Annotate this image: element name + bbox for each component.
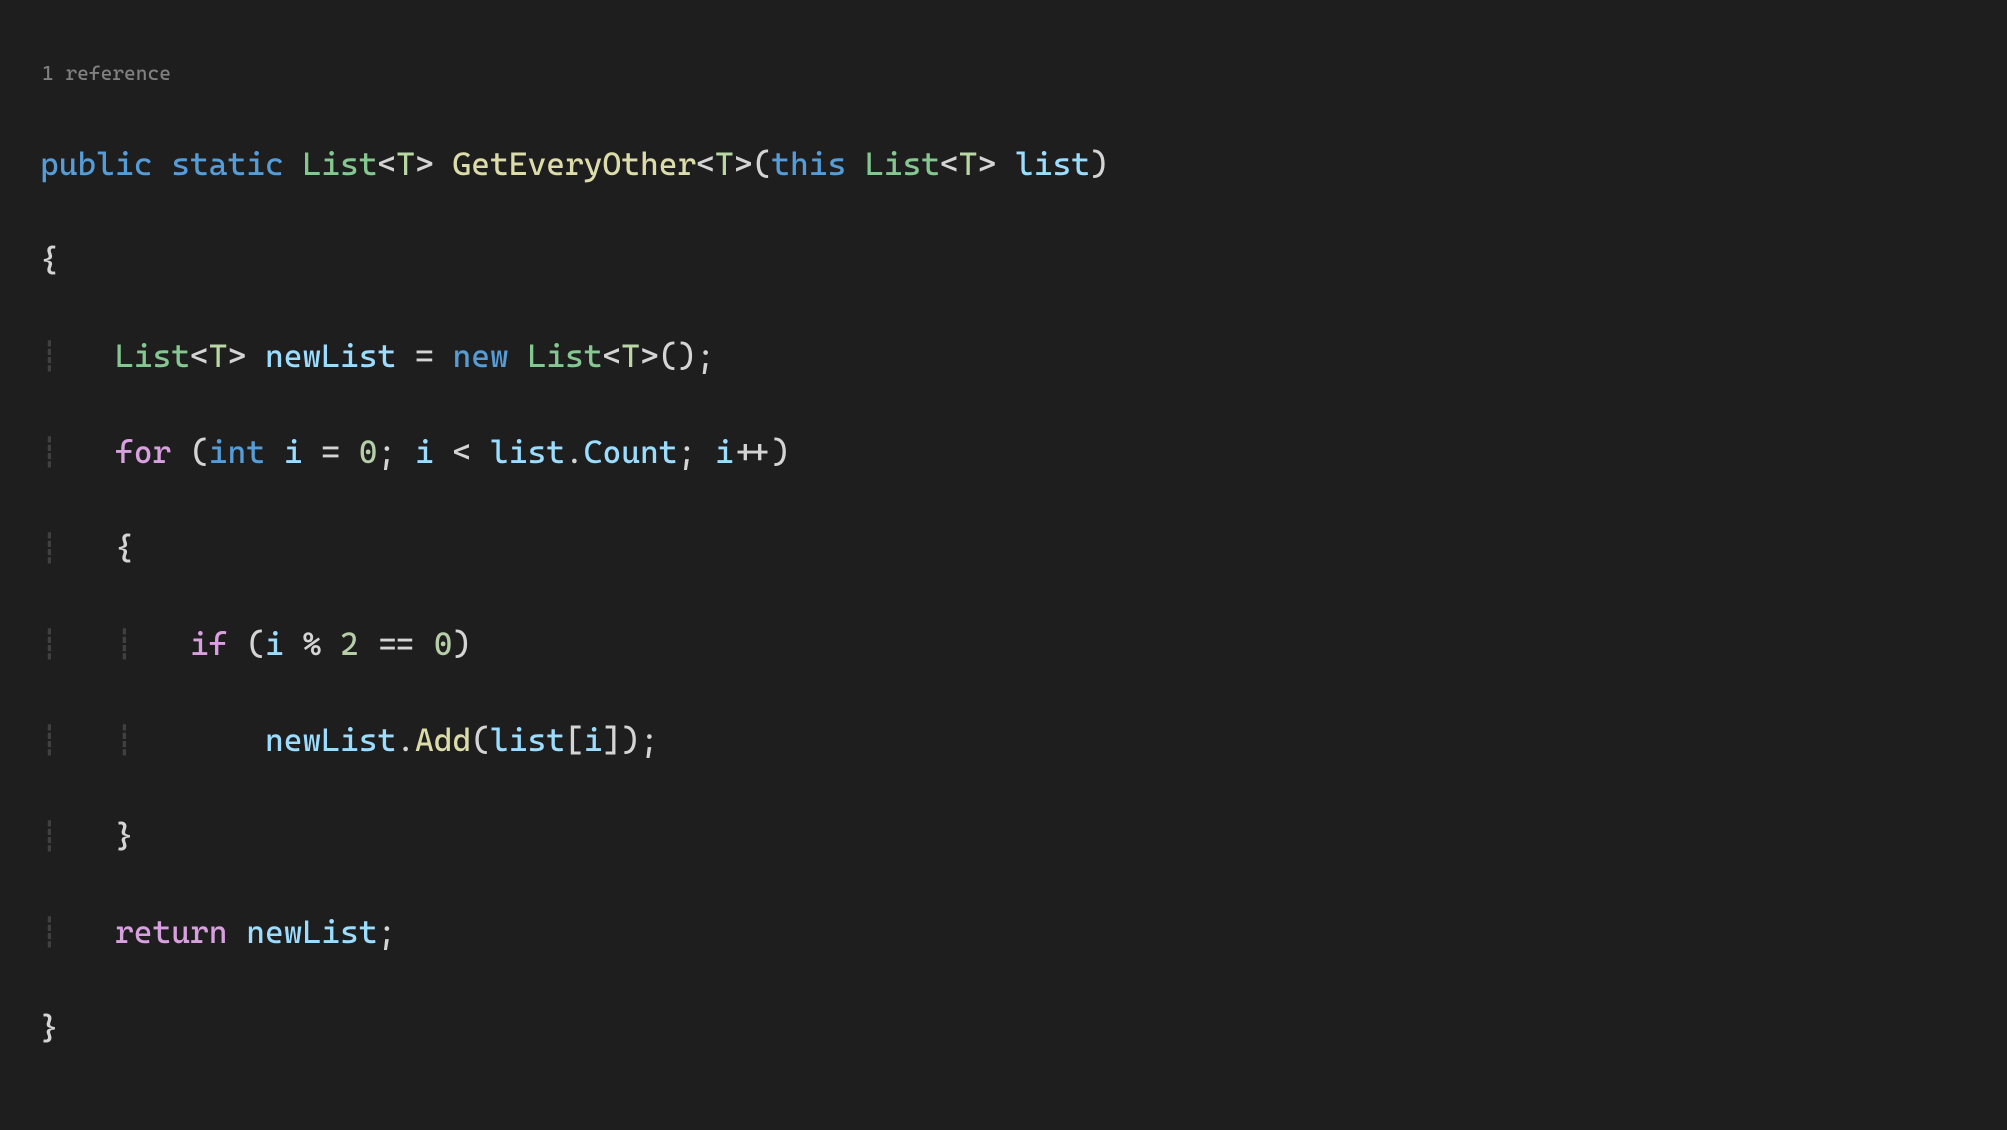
keyword-this: this — [771, 145, 846, 183]
keyword-if: if — [190, 625, 228, 663]
var-newlist: newList — [265, 337, 396, 375]
code-line: ┊ return newList; — [40, 908, 1967, 956]
code-line: ┊ ┊ if (i % 2 == 0) — [40, 620, 1967, 668]
code-line: ┊ { — [40, 524, 1967, 572]
prop-count: Count — [584, 433, 678, 471]
keyword-for: for — [115, 433, 171, 471]
var-i: i — [284, 433, 303, 471]
code-line: ┊ ┊ newList.Add(list[i]); — [40, 716, 1967, 764]
keyword-int: int — [209, 433, 265, 471]
keyword-new: new — [453, 337, 509, 375]
code-editor[interactable]: 1 reference public static List<T> GetEve… — [0, 0, 2007, 1130]
number-two: 2 — [340, 625, 359, 663]
method-add: Add — [415, 721, 471, 759]
code-line: { — [40, 236, 1967, 284]
keyword-return: return — [115, 913, 228, 951]
code-line: ┊ List<T> newList = new List<T>(); — [40, 332, 1967, 380]
codelens-reference[interactable]: 1 reference — [40, 58, 1967, 92]
keyword-static: static — [171, 145, 284, 183]
code-line: ┊ } — [40, 812, 1967, 860]
code-line: ┊ for (int i = 0; i < list.Count; i++) — [40, 428, 1967, 476]
method-name: GetEveryOther — [453, 145, 697, 183]
type-list: List — [303, 145, 378, 183]
number-zero: 0 — [359, 433, 378, 471]
code-line: } — [40, 1004, 1967, 1052]
keyword-public: public — [40, 145, 153, 183]
code-line: public static List<T> GetEveryOther<T>(t… — [40, 140, 1967, 188]
param-list: list — [1015, 145, 1090, 183]
typeparam-t: T — [396, 145, 415, 183]
